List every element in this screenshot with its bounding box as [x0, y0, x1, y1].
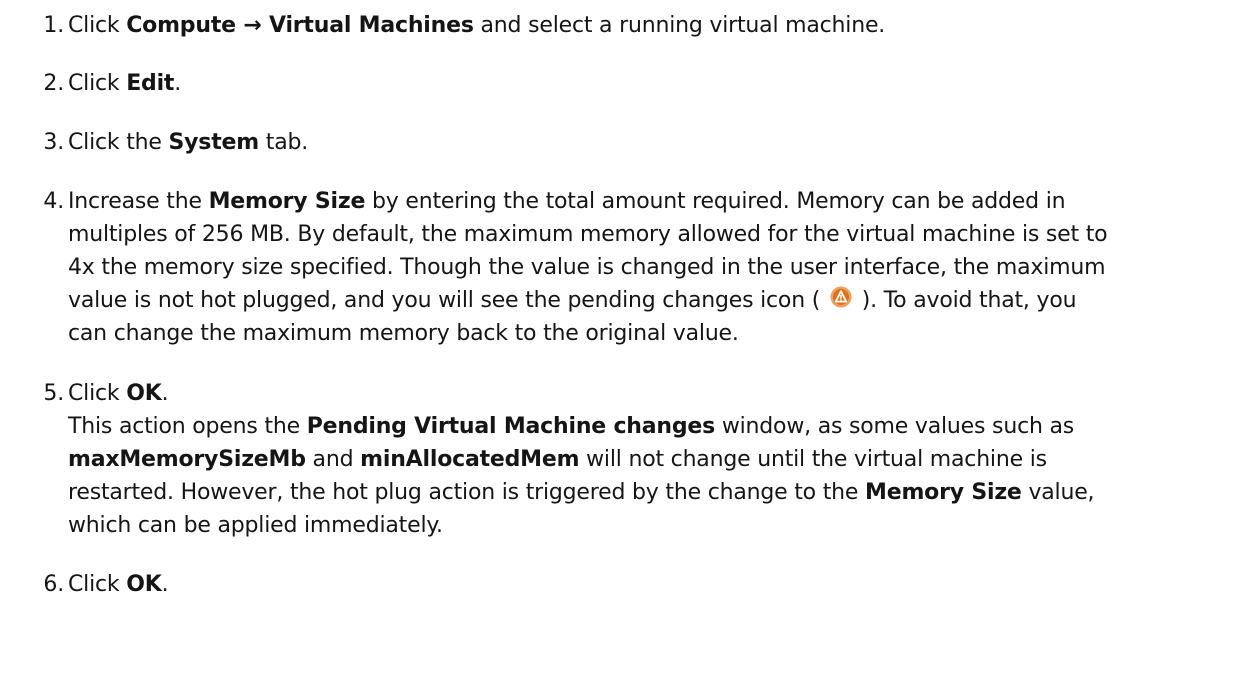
step-text: Click the System tab.	[68, 130, 309, 155]
step-text-line: maxMemorySizeMb and minAllocatedMem will…	[68, 447, 1047, 472]
step-text-line: multiples of 256 MB. By default, the max…	[68, 222, 1108, 247]
step-text-line: 4x the memory size specified. Though the…	[68, 255, 1106, 280]
step-text-line: which can be applied immediately.	[68, 513, 443, 538]
step-4: 4. Increase the Memory Size by entering …	[0, 185, 1230, 350]
step-text: Click Compute → Virtual Machines and sel…	[68, 13, 886, 38]
step-text: Click OK.	[68, 572, 169, 597]
min-allocated-field-label: minAllocatedMem	[360, 447, 580, 472]
max-memory-field-label: maxMemorySizeMb	[68, 447, 306, 472]
step-number: 3.	[43, 130, 64, 155]
pending-changes-window-label: Pending Virtual Machine changes	[306, 414, 716, 439]
step-text: Click Edit.	[68, 71, 182, 96]
step-text-line: can change the maximum memory back to th…	[68, 321, 739, 346]
step-text-line: Click OK.	[68, 381, 169, 406]
step-2: 2. Click Edit.	[0, 67, 1230, 100]
step-number: 5.	[43, 381, 64, 406]
step-3: 3. Click the System tab.	[0, 126, 1230, 159]
step-number: 6.	[43, 572, 64, 597]
step-5: 5. Click OK. This action opens the Pendi…	[0, 377, 1230, 542]
step-text-line: value is not hot plugged, and you will s…	[68, 286, 1077, 313]
step-text-line: Increase the Memory Size by entering the…	[68, 189, 1066, 214]
system-tab-label: System	[168, 130, 260, 155]
step-number: 4.	[43, 189, 64, 214]
edit-button-label: Edit	[126, 71, 175, 96]
step-text-line: This action opens the Pending Virtual Ma…	[68, 414, 1075, 439]
ok-button-label: OK	[126, 381, 162, 406]
procedure-steps: 1. Click Compute → Virtual Machines and …	[0, 0, 1230, 601]
step-6: 6. Click OK.	[0, 568, 1230, 601]
ok-button-label: OK	[126, 572, 162, 597]
step-number: 1.	[43, 13, 64, 38]
pending-changes-icon	[830, 286, 852, 308]
step-text-line: restarted. However, the hot plug action …	[68, 480, 1095, 505]
step-1: 1. Click Compute → Virtual Machines and …	[0, 9, 1230, 42]
menu-path: Compute → Virtual Machines	[126, 13, 474, 38]
memory-size-label: Memory Size	[208, 189, 366, 214]
step-number: 2.	[43, 71, 64, 96]
memory-size-label: Memory Size	[865, 480, 1022, 505]
